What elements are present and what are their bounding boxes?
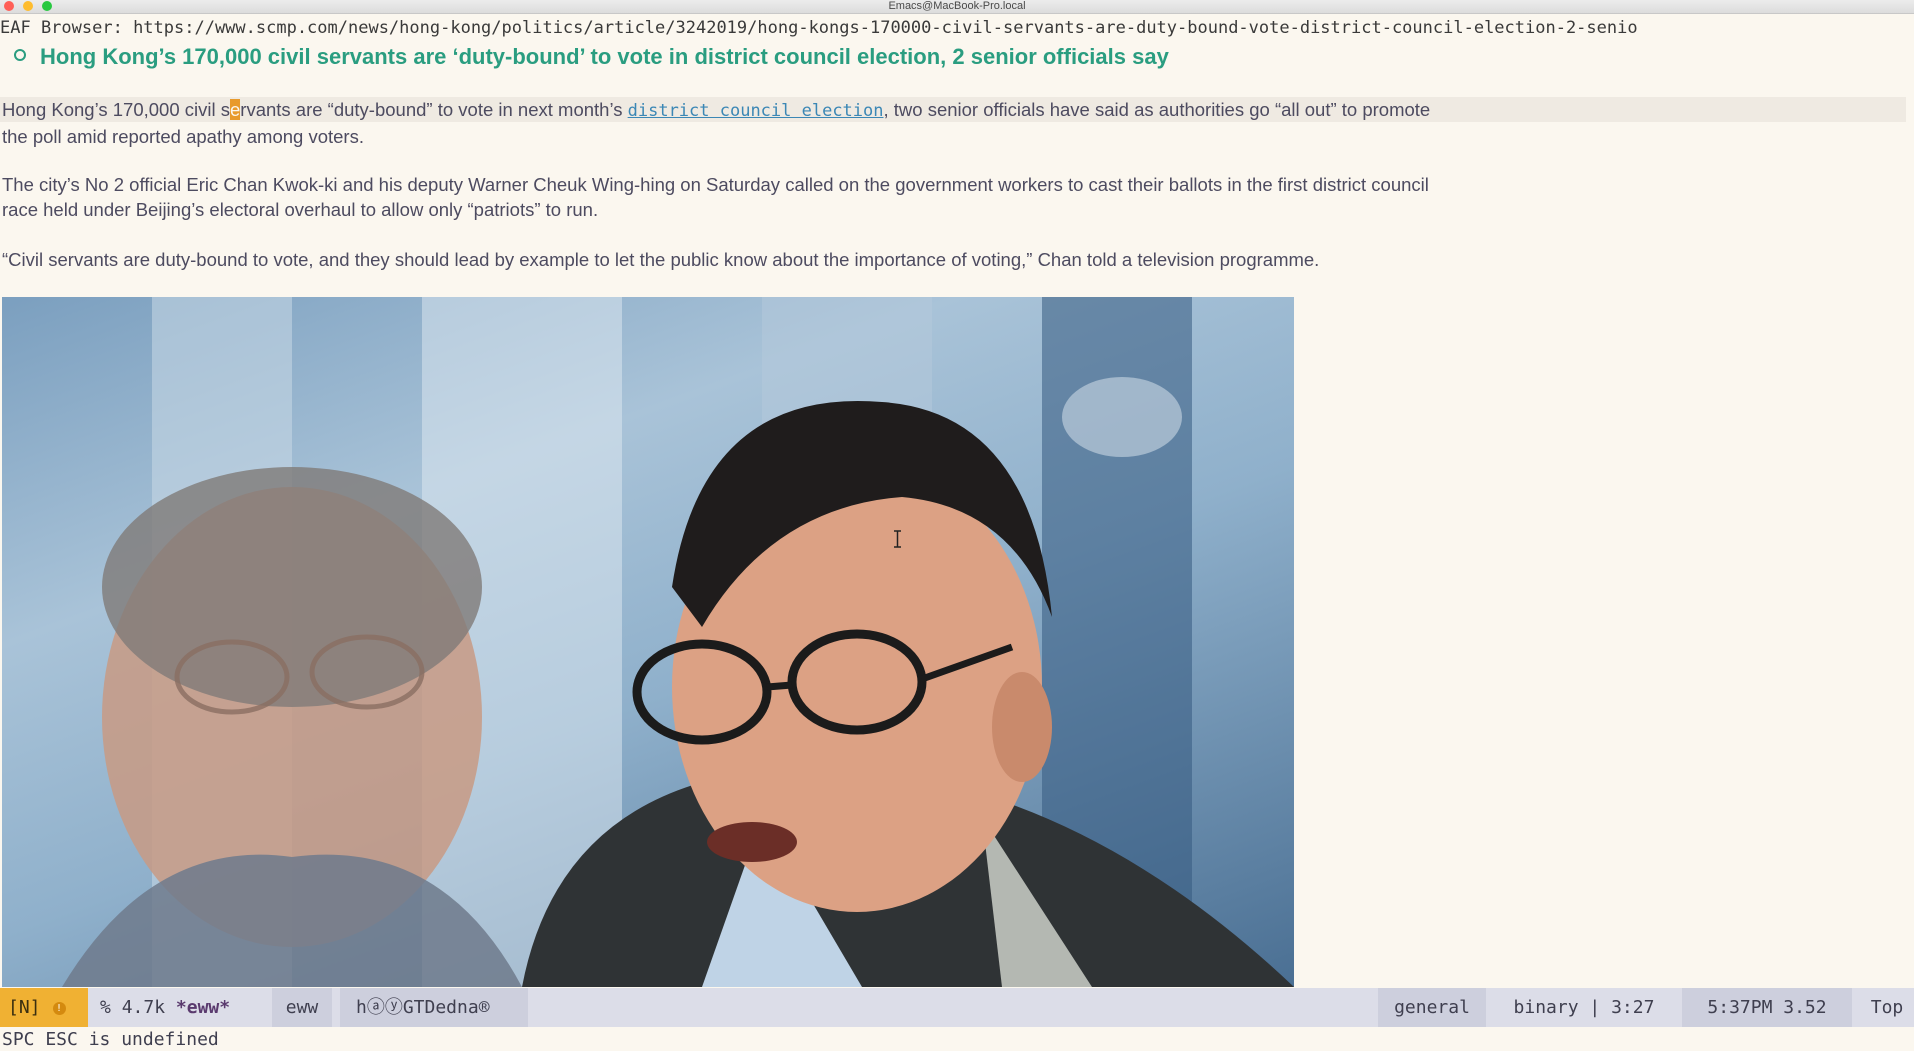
page-url[interactable]: https://www.scmp.com/news/hong-kong/poli… — [133, 18, 1638, 38]
clock-and-load: 5:37PM 3.52 — [1682, 988, 1852, 1027]
mouse-ibeam-cursor-icon — [894, 530, 901, 548]
article-paragraph-3: “Civil servants are duty-bound to vote, … — [2, 249, 1320, 270]
heading-bullet-icon — [14, 49, 26, 61]
scroll-position: Top — [1870, 997, 1904, 1018]
buffer-name[interactable]: *eww* — [176, 997, 230, 1018]
major-mode[interactable]: eww — [272, 988, 332, 1027]
echo-area-message: SPC ESC is undefined — [2, 1029, 219, 1050]
modified-indicator: % — [100, 997, 111, 1018]
buffer-info[interactable]: % 4.7k *eww* — [100, 988, 230, 1027]
text-cursor: e — [229, 99, 241, 120]
paragraph-text: rvants are “duty-bound” to vote in next … — [240, 99, 628, 120]
mode-line: [N]! % 4.7k *eww* eww hⓐⓨGTDedna® genera… — [0, 988, 1914, 1027]
article-photo — [2, 297, 1294, 987]
encoding-and-position: binary | 3:27 — [1513, 997, 1655, 1018]
district-council-election-link[interactable]: district council election — [628, 101, 884, 121]
header-prefix: EAF Browser: — [0, 18, 134, 38]
workspace-name[interactable]: general — [1378, 988, 1486, 1027]
window-title: Emacs@MacBook-Pro.local — [888, 0, 1026, 12]
paragraph-text: Hong Kong’s 170,000 civil s — [2, 99, 230, 120]
article-heading: Hong Kong’s 170,000 civil servants are ‘… — [14, 42, 1169, 72]
article-title: Hong Kong’s 170,000 civil servants are ‘… — [40, 44, 1169, 69]
article-paragraph-1: Hong Kong’s 170,000 civil servants are “… — [2, 97, 1442, 149]
warning-dot-icon: ! — [52, 1002, 66, 1015]
window-titlebar: Emacs@MacBook-Pro.local — [0, 0, 1914, 14]
browser-header-line: EAF Browser: https://www.scmp.com/news/h… — [0, 16, 1914, 40]
minor-modes[interactable]: hⓐⓨGTDedna® — [340, 988, 528, 1027]
article-paragraph-2: The city’s No 2 official Eric Chan Kwok-… — [2, 174, 1429, 220]
buffer-size: 4.7k — [121, 997, 166, 1018]
evil-state-label: [N] — [8, 997, 41, 1018]
evil-state-indicator: [N]! — [0, 988, 88, 1027]
